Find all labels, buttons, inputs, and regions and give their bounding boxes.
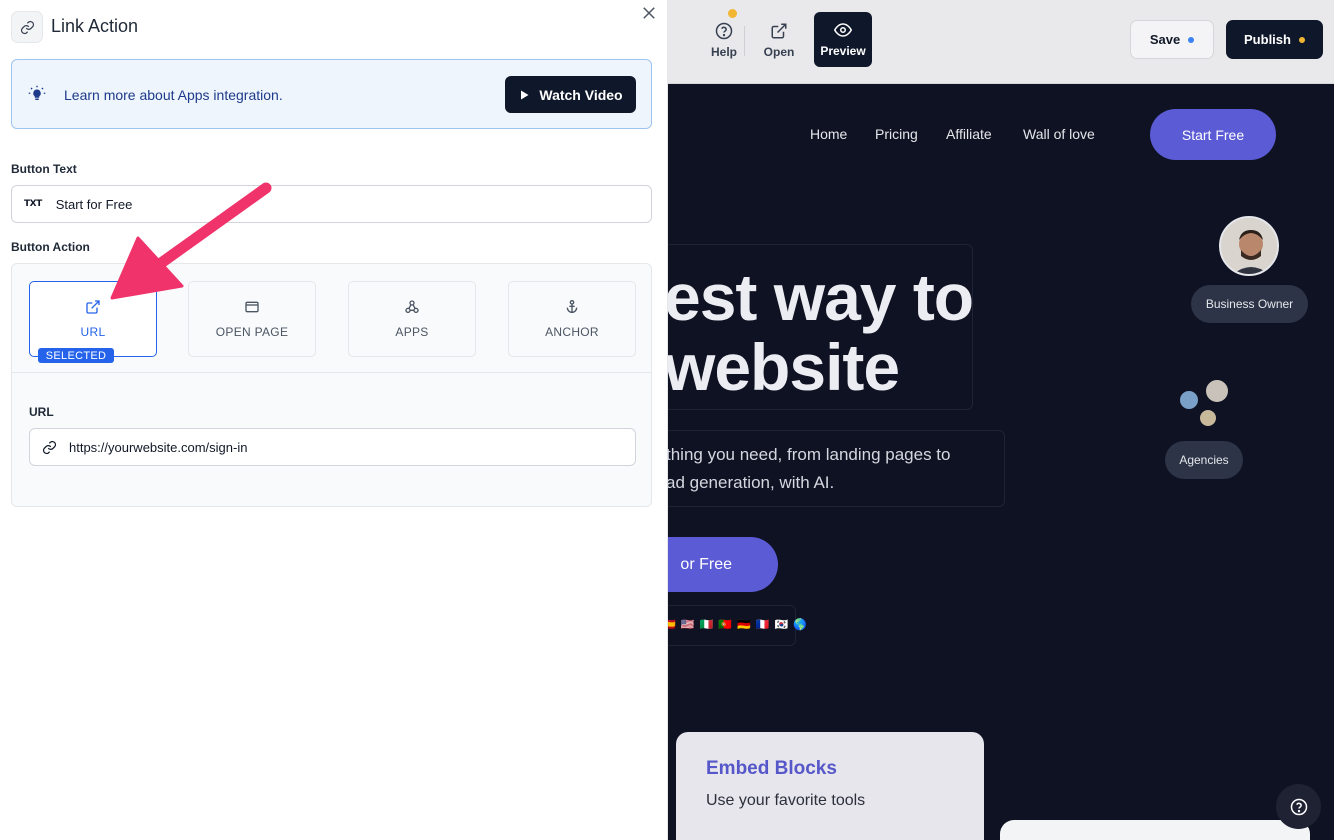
help-notification-dot: [728, 9, 737, 18]
button-action-label: Button Action: [11, 240, 90, 254]
preview-label: Preview: [820, 44, 866, 58]
eye-icon: [834, 23, 852, 37]
nav-link-home[interactable]: Home: [810, 126, 847, 142]
embed-blocks-card: Embed Blocks Use your favorite tools: [676, 732, 984, 840]
watch-video-label: Watch Video: [539, 86, 623, 103]
hero-cta-button[interactable]: or Free: [668, 537, 778, 592]
business-owner-badge: Business Owner: [1191, 285, 1308, 323]
text-type-icon: TXT: [24, 199, 42, 209]
editor-area: s Help Open Preview Save Publish Home Pr…: [668, 0, 1334, 840]
action-option-url[interactable]: URL: [29, 281, 157, 357]
play-icon: [521, 90, 529, 99]
avatar: [1178, 389, 1200, 411]
link-icon: [20, 20, 34, 34]
nav-link-wall-of-love[interactable]: Wall of love: [1023, 126, 1095, 142]
publish-button[interactable]: Publish: [1226, 20, 1323, 59]
save-button[interactable]: Save: [1130, 20, 1214, 59]
external-link-icon: [86, 300, 100, 314]
feature-card: [1000, 820, 1310, 840]
lightbulb-icon: [28, 85, 46, 100]
hero-title-line-1: est way to: [668, 260, 974, 334]
person-avatar-icon: [1221, 218, 1277, 274]
link-action-panel: Link Action Learn more about Apps integr…: [0, 0, 668, 840]
action-option-anchor[interactable]: ANCHOR: [508, 281, 636, 357]
button-text-label: Button Text: [11, 162, 77, 176]
action-option-label: OPEN PAGE: [215, 325, 289, 339]
avatar: [1198, 408, 1218, 428]
watch-video-button[interactable]: Watch Video: [505, 76, 636, 113]
hero-title[interactable]: est way to website: [668, 262, 1004, 402]
language-flags: 🇪🇸 🇺🇸 🇮🇹 🇵🇹 🇩🇪 🇫🇷 🇰🇷 🌎: [668, 619, 808, 631]
avatar: [1219, 216, 1279, 276]
info-text[interactable]: Learn more about Apps integration.: [64, 87, 283, 103]
open-label: Open: [763, 44, 795, 59]
editor-toolbar: s Help Open Preview Save Publish: [668, 0, 1334, 84]
help-circle-icon: [1290, 798, 1307, 815]
close-icon[interactable]: [640, 4, 658, 22]
publish-status-dot: [1298, 36, 1305, 43]
start-free-button[interactable]: Start Free: [1150, 109, 1276, 160]
action-option-open-page[interactable]: OPEN PAGE: [188, 281, 316, 357]
preview-button[interactable]: Preview: [814, 12, 872, 67]
help-fab-button[interactable]: [1276, 784, 1321, 829]
publish-label: Publish: [1244, 32, 1291, 47]
hero-subtitle-line-2: ad generation, with AI.: [668, 473, 835, 492]
url-input[interactable]: https://yourwebsite.com/sign-in: [29, 428, 636, 466]
button-text-value: Start for Free: [55, 196, 133, 212]
hero-subtitle-line-1: thing you need, from landing pages to: [668, 445, 951, 464]
avatar: [1204, 378, 1230, 404]
panel-title: Link Action: [51, 16, 139, 36]
action-option-apps[interactable]: APPS: [348, 281, 476, 357]
help-button[interactable]: Help: [698, 14, 750, 66]
apps-info-banner: Learn more about Apps integration. Watch…: [11, 59, 652, 129]
help-label: Help: [710, 44, 737, 59]
embed-blocks-subtitle: Use your favorite tools: [706, 792, 866, 809]
save-status-dot: [1188, 36, 1195, 43]
open-button[interactable]: Open: [754, 14, 804, 66]
toolbar-separator: [744, 26, 745, 56]
nav-link-affiliate[interactable]: Affiliate: [946, 126, 992, 142]
hero-title-line-2: website: [668, 330, 900, 404]
anchor-icon: [566, 300, 578, 313]
agencies-badge: Agencies: [1165, 441, 1243, 479]
embed-blocks-title: Embed Blocks: [706, 758, 837, 779]
url-value: https://yourwebsite.com/sign-in: [69, 439, 248, 455]
action-option-label: ANCHOR: [545, 325, 599, 339]
webhook-icon: [405, 300, 419, 313]
url-label: URL: [29, 405, 54, 419]
help-circle-icon: [715, 22, 733, 39]
action-option-label: URL: [80, 325, 106, 339]
link-icon-box: [11, 11, 43, 43]
link-icon: [42, 440, 57, 454]
button-text-input[interactable]: TXT Start for Free: [11, 185, 652, 223]
selected-badge: SELECTED: [38, 348, 114, 363]
section-divider: [12, 372, 651, 373]
external-link-icon: [771, 23, 787, 38]
action-option-label: APPS: [395, 325, 429, 339]
nav-link-pricing[interactable]: Pricing: [875, 126, 918, 142]
hero-subtitle[interactable]: thing you need, from landing pages to ad…: [668, 441, 996, 497]
save-label: Save: [1149, 32, 1181, 47]
button-action-section: URL SELECTED OPEN PAGE APPS ANCHOR URL h…: [11, 263, 652, 507]
window-icon: [245, 301, 259, 313]
